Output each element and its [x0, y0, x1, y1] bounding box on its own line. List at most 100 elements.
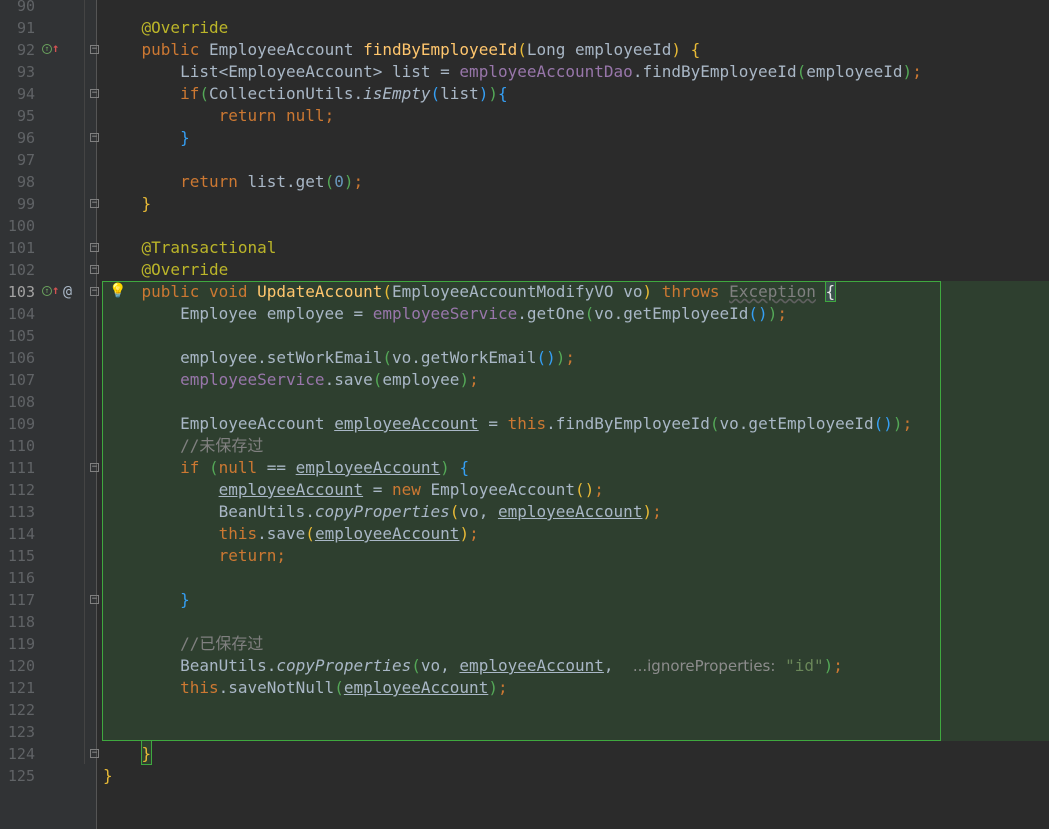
code-line[interactable]: 120 BeanUtils.copyProperties(vo, employe…: [0, 655, 1049, 677]
line-number: 92: [16, 41, 35, 59]
implemented-up-arrow-icon[interactable]: ↑: [52, 42, 59, 54]
line-number: 119: [7, 635, 35, 653]
code-text[interactable]: return list.get(0);: [103, 171, 363, 193]
code-line[interactable]: 101 − @Transactional: [0, 237, 1049, 259]
code-text[interactable]: }: [103, 193, 152, 215]
line-number: 103: [7, 283, 35, 301]
code-editor[interactable]: 90 91 @Override 92 ↑ ↑ − public Employee…: [0, 0, 1049, 829]
code-line[interactable]: 116: [0, 567, 1049, 589]
line-number: 93: [16, 63, 35, 81]
fold-icon[interactable]: −: [90, 45, 99, 54]
code-text[interactable]: }: [103, 765, 113, 787]
code-text[interactable]: BeanUtils.copyProperties(vo, employeeAcc…: [103, 501, 662, 523]
line-number: 107: [7, 371, 35, 389]
code-text[interactable]: employee.setWorkEmail(vo.getWorkEmail())…: [103, 347, 575, 369]
code-line-current[interactable]: 103 ↑ ↑ @ − 💡 public void UpdateAccount(…: [0, 281, 1049, 303]
code-line[interactable]: 110 //未保存过: [0, 435, 1049, 457]
line-number: 117: [7, 591, 35, 609]
line-number: 120: [7, 657, 35, 675]
code-line[interactable]: 124 − }: [0, 743, 1049, 765]
code-line[interactable]: 98 return list.get(0);: [0, 171, 1049, 193]
code-text[interactable]: public EmployeeAccount findByEmployeeId(…: [103, 39, 701, 61]
code-line[interactable]: 121 this.saveNotNull(employeeAccount);: [0, 677, 1049, 699]
code-line[interactable]: 91 @Override: [0, 17, 1049, 39]
code-line[interactable]: 112 employeeAccount = new EmployeeAccoun…: [0, 479, 1049, 501]
parameter-hint: ...ignoreProperties:: [632, 657, 776, 675]
code-line[interactable]: 118: [0, 611, 1049, 633]
code-line[interactable]: 111 − if (null == employeeAccount) {: [0, 457, 1049, 479]
code-line[interactable]: 114 this.save(employeeAccount);: [0, 523, 1049, 545]
code-text[interactable]: this.save(employeeAccount);: [103, 523, 479, 545]
fold-icon[interactable]: −: [90, 265, 99, 274]
code-line[interactable]: 92 ↑ ↑ − public EmployeeAccount findByEm…: [0, 39, 1049, 61]
code-text[interactable]: @Override: [103, 17, 229, 39]
code-line[interactable]: 100: [0, 215, 1049, 237]
override-icon[interactable]: ↑: [42, 286, 52, 296]
code-line[interactable]: 95 return null;: [0, 105, 1049, 127]
fold-icon[interactable]: −: [90, 89, 99, 98]
fold-icon[interactable]: −: [90, 595, 99, 604]
code-text[interactable]: BeanUtils.copyProperties(vo, employeeAcc…: [103, 655, 843, 677]
code-text[interactable]: return null;: [103, 105, 335, 127]
code-text[interactable]: public void UpdateAccount(EmployeeAccoun…: [103, 281, 837, 303]
code-line[interactable]: 125 }: [0, 765, 1049, 787]
code-line[interactable]: 122: [0, 699, 1049, 721]
line-number: 109: [7, 415, 35, 433]
code-text[interactable]: if (null == employeeAccount) {: [103, 457, 469, 479]
fold-icon[interactable]: −: [90, 749, 99, 758]
line-number: 108: [7, 393, 35, 411]
override-icon[interactable]: ↑: [42, 44, 52, 54]
fold-icon[interactable]: −: [90, 199, 99, 208]
implemented-up-arrow-icon[interactable]: ↑: [52, 284, 59, 296]
code-line[interactable]: 102 − @Override: [0, 259, 1049, 281]
line-number: 95: [16, 107, 35, 125]
code-line[interactable]: 113 BeanUtils.copyProperties(vo, employe…: [0, 501, 1049, 523]
code-text[interactable]: //已保存过: [103, 633, 263, 655]
code-text[interactable]: employeeService.save(employee);: [103, 369, 479, 391]
code-line[interactable]: 96 − }: [0, 127, 1049, 149]
code-text[interactable]: @Transactional: [103, 237, 277, 259]
code-text[interactable]: }: [103, 127, 190, 149]
line-number: 122: [7, 701, 35, 719]
code-line[interactable]: 107 employeeService.save(employee);: [0, 369, 1049, 391]
line-number: 115: [7, 547, 35, 565]
code-text[interactable]: employeeAccount = new EmployeeAccount();: [103, 479, 604, 501]
code-text[interactable]: //未保存过: [103, 435, 263, 457]
line-number: 98: [16, 173, 35, 191]
code-text[interactable]: if(CollectionUtils.isEmpty(list)){: [103, 83, 508, 105]
code-line[interactable]: 123: [0, 721, 1049, 743]
code-line[interactable]: 93 List<EmployeeAccount> list = employee…: [0, 61, 1049, 83]
code-line[interactable]: 108: [0, 391, 1049, 413]
fold-icon[interactable]: −: [90, 287, 99, 296]
line-number: 96: [16, 129, 35, 147]
code-line[interactable]: 104 Employee employee = employeeService.…: [0, 303, 1049, 325]
code-text[interactable]: return;: [103, 545, 286, 567]
code-text[interactable]: }: [103, 589, 190, 611]
fold-icon[interactable]: −: [90, 133, 99, 142]
code-line[interactable]: 94 − if(CollectionUtils.isEmpty(list)){: [0, 83, 1049, 105]
code-line[interactable]: 90: [0, 0, 1049, 17]
fold-icon[interactable]: −: [90, 463, 99, 472]
code-line[interactable]: 109 EmployeeAccount employeeAccount = th…: [0, 413, 1049, 435]
code-text[interactable]: @Override: [103, 259, 229, 281]
at-icon[interactable]: @: [63, 284, 72, 299]
line-number: 113: [7, 503, 35, 521]
line-number: 97: [16, 151, 35, 169]
code-text[interactable]: }: [103, 743, 152, 765]
code-text[interactable]: this.saveNotNull(employeeAccount);: [103, 677, 508, 699]
code-text[interactable]: Employee employee = employeeService.getO…: [103, 303, 787, 325]
line-number: 101: [7, 239, 35, 257]
code-text[interactable]: EmployeeAccount employeeAccount = this.f…: [103, 413, 912, 435]
code-line[interactable]: 106 employee.setWorkEmail(vo.getWorkEmai…: [0, 347, 1049, 369]
code-line[interactable]: 97: [0, 149, 1049, 171]
code-line[interactable]: 117 − }: [0, 589, 1049, 611]
line-number: 99: [16, 195, 35, 213]
code-line[interactable]: 119 //已保存过: [0, 633, 1049, 655]
line-number: 124: [7, 745, 35, 763]
line-number: 90: [16, 0, 35, 15]
code-line[interactable]: 105: [0, 325, 1049, 347]
code-line[interactable]: 99 − }: [0, 193, 1049, 215]
fold-icon[interactable]: −: [90, 243, 99, 252]
code-line[interactable]: 115 return;: [0, 545, 1049, 567]
code-text[interactable]: List<EmployeeAccount> list = employeeAcc…: [103, 61, 922, 83]
